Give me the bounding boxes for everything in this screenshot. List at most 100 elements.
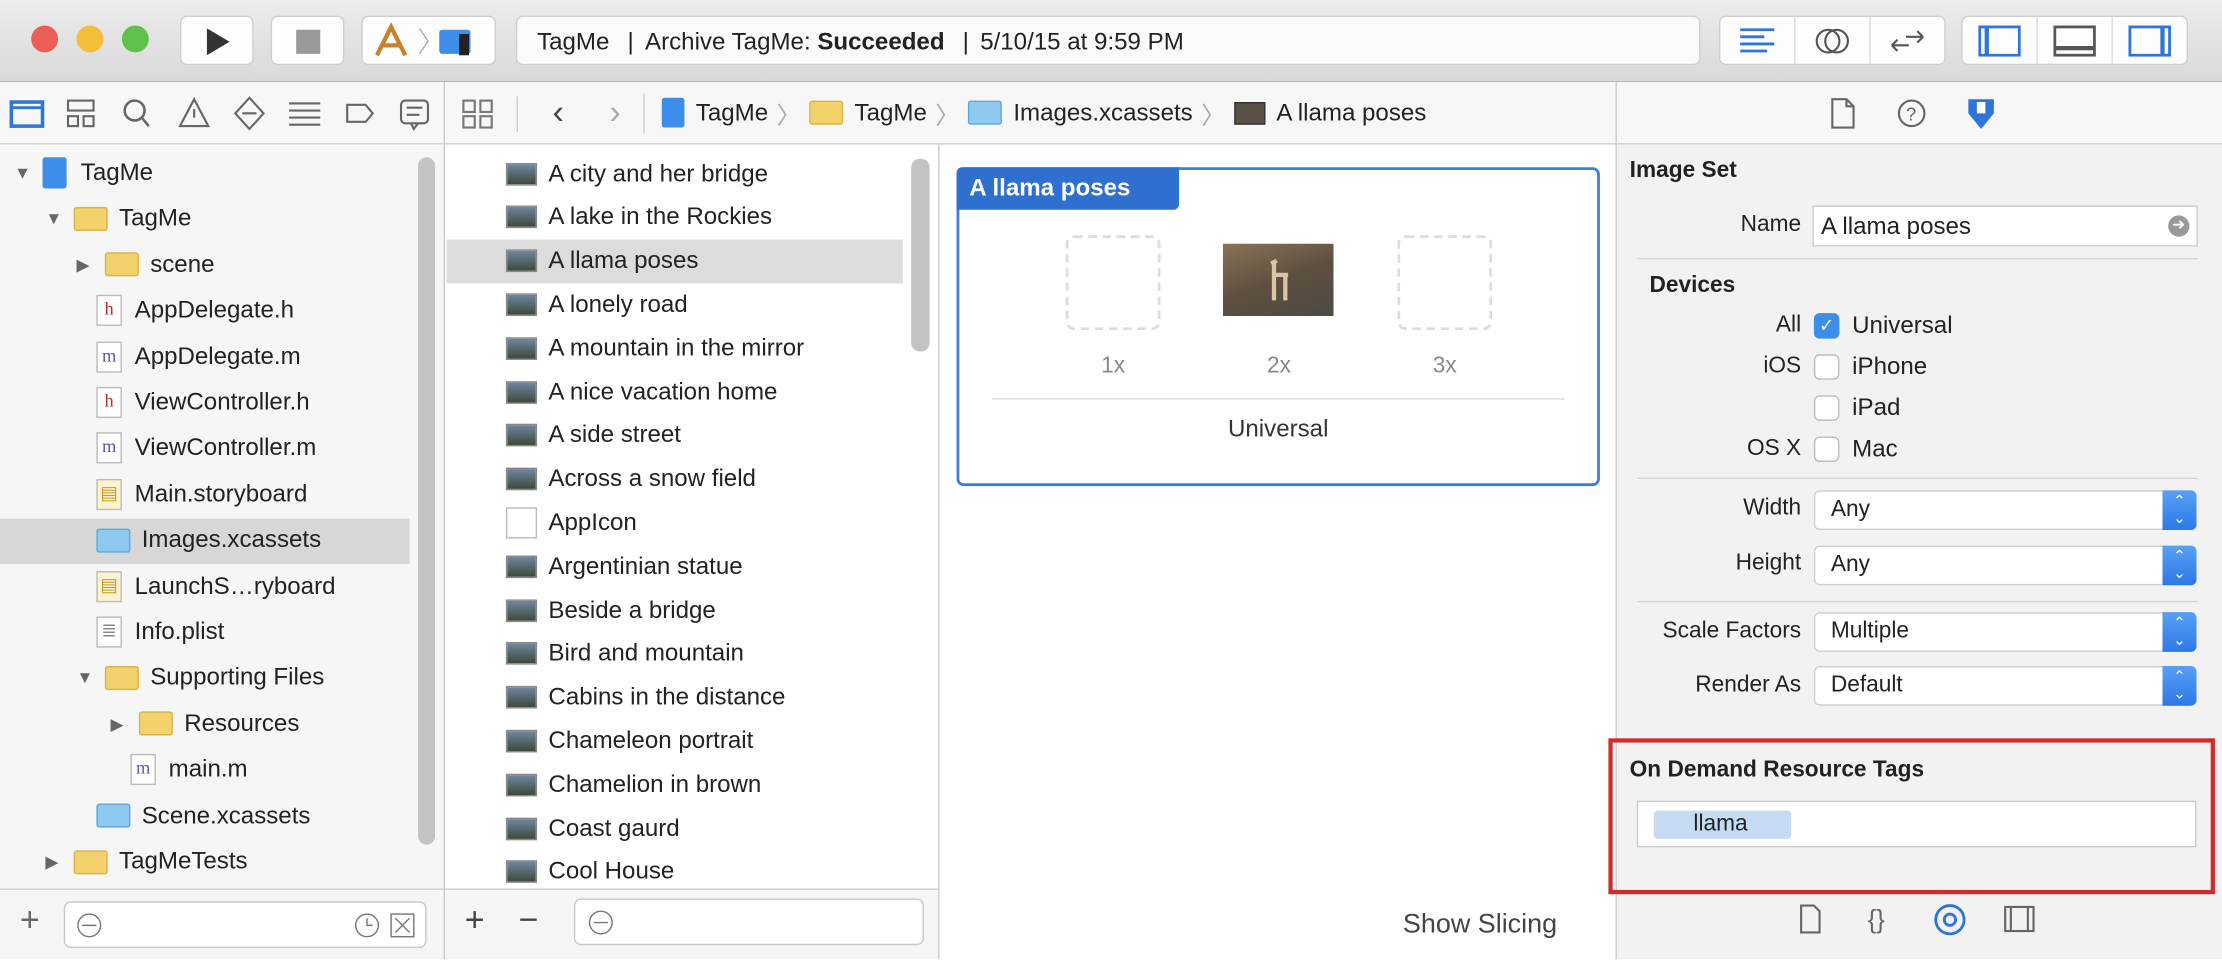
image-set-card[interactable]: A llama poses 1x 2x 3x Universal (956, 167, 1600, 487)
asset-list-item[interactable]: Coast gaurd (446, 806, 902, 850)
navigator-item[interactable]: ▶ scene (0, 242, 410, 287)
asset-filter-field[interactable] (573, 898, 924, 946)
device-checkbox[interactable] (1813, 436, 1840, 462)
navigator-filter-field[interactable] (63, 901, 427, 949)
asset-list-item[interactable]: A lonely road (446, 283, 902, 327)
report-icon[interactable] (399, 99, 430, 131)
asset-list-item[interactable]: Argentinian statue (446, 544, 902, 588)
slot-3x[interactable] (1397, 235, 1493, 331)
stop-button[interactable] (270, 15, 345, 66)
asset-list-item[interactable]: Across a snow field (446, 457, 902, 501)
asset-list-item[interactable]: A side street (446, 414, 902, 458)
run-button[interactable] (179, 15, 254, 66)
disclosure-open-icon[interactable]: ▼ (14, 163, 34, 183)
toggle-utilities-button[interactable] (2113, 17, 2187, 64)
asset-list-item[interactable]: A llama poses (446, 239, 902, 283)
asset-list-item[interactable]: A mountain in the mirror (446, 326, 902, 370)
close-button[interactable] (31, 25, 59, 53)
navigator-item[interactable]: h ViewController.h (0, 380, 410, 425)
device-checkbox[interactable]: ✓ (1813, 313, 1840, 339)
disclosure-closed-icon[interactable]: ▶ (77, 255, 97, 275)
asset-list-scrollbar[interactable] (911, 158, 930, 352)
navigator-item[interactable]: m AppDelegate.m (0, 334, 410, 379)
jump-item-catalog[interactable]: Images.xcassets (967, 98, 1193, 126)
go-arrow-icon[interactable]: ➜ (2168, 215, 2190, 237)
breakpoint-icon[interactable] (346, 103, 375, 123)
search-icon[interactable] (123, 99, 150, 127)
scale-factors-select[interactable]: Multiple ⌃ ⌄ (1813, 612, 2197, 652)
asset-list-item[interactable]: Cabins in the distance (446, 675, 902, 719)
editor-mode-control[interactable] (1718, 15, 1946, 66)
minimize-button[interactable] (76, 25, 104, 53)
debug-list-icon[interactable] (289, 102, 321, 126)
asset-list-item[interactable]: Chameleon portrait (446, 719, 902, 763)
navigator-item[interactable]: ▶ TagMeTests (0, 839, 410, 884)
toggle-debug-area-button[interactable] (2038, 17, 2113, 64)
forward-button[interactable]: › (587, 93, 644, 133)
remove-asset-button[interactable]: − (519, 901, 539, 941)
asset-list-item[interactable]: AppIcon (446, 501, 902, 545)
navigator-item[interactable]: ▤ LaunchS…ryboard (0, 563, 410, 608)
view-toggle-control[interactable] (1961, 15, 2189, 66)
test-diamond-icon[interactable] (233, 96, 266, 131)
navigator-item[interactable]: m main.m (0, 747, 410, 792)
asset-list-item[interactable]: A nice vacation home (446, 370, 902, 414)
file-template-icon[interactable] (1800, 904, 1821, 934)
back-button[interactable]: ‹ (530, 93, 587, 133)
disclosure-open-icon[interactable]: ▼ (77, 668, 97, 688)
asset-list-item[interactable]: Bird and mountain (446, 632, 902, 676)
assistant-editor-button[interactable] (1795, 17, 1871, 64)
toggle-navigator-button[interactable] (1963, 17, 2038, 64)
asset-list-item[interactable]: Beside a bridge (446, 588, 902, 632)
standard-editor-button[interactable] (1720, 17, 1796, 64)
add-asset-button[interactable]: + (465, 901, 485, 941)
asset-name: A city and her bridge (548, 159, 769, 187)
project-navigator-icon[interactable] (9, 100, 45, 128)
navigator-item[interactable]: ▶ Resources (0, 701, 410, 746)
file-inspector-icon[interactable] (1831, 98, 1855, 129)
navigator-item[interactable]: Scene.xcassets (0, 793, 410, 838)
media-library-icon[interactable] (2004, 905, 2035, 933)
navigator-item[interactable]: ≣ Info.plist (0, 609, 410, 654)
jump-item-project[interactable]: TagMe (661, 97, 768, 128)
device-checkbox[interactable] (1813, 354, 1840, 380)
navigator-scrollbar[interactable] (418, 157, 436, 845)
asset-list-item[interactable]: Cool House (446, 850, 902, 894)
warning-icon[interactable] (178, 96, 211, 128)
help-icon[interactable]: ? (1897, 99, 1926, 128)
llama-image-2x[interactable] (1222, 243, 1334, 317)
navigator-item[interactable]: ▼ Supporting Files (0, 655, 410, 700)
disclosure-open-icon[interactable]: ▼ (45, 209, 65, 229)
navigator-item[interactable]: h AppDelegate.h (0, 288, 410, 333)
navigator-item[interactable]: Images.xcassets (0, 518, 410, 563)
symbol-navigator-icon[interactable] (66, 99, 95, 128)
attributes-inspector-icon[interactable] (1968, 99, 1994, 129)
navigator-item[interactable]: ▤ Main.storyboard (0, 472, 410, 517)
version-editor-button[interactable] (1871, 17, 1945, 64)
navigator-item[interactable]: m ViewController.m (0, 426, 410, 471)
asset-list-item[interactable]: Chamelion in brown (446, 763, 902, 807)
navigator-item[interactable]: ▼ TagMe (0, 196, 410, 241)
width-select[interactable]: Any ⌃ ⌄ (1813, 490, 2197, 530)
slot-1x[interactable] (1065, 235, 1161, 331)
disclosure-closed-icon[interactable]: ▶ (111, 714, 131, 734)
show-slicing-button[interactable]: Show Slicing (1403, 910, 1557, 941)
zoom-button[interactable] (121, 25, 149, 53)
jump-item-imageset[interactable]: A llama poses (1233, 98, 1426, 126)
height-select[interactable]: Any ⌃ ⌄ (1813, 545, 2197, 586)
related-items-icon[interactable] (445, 91, 530, 134)
code-snippet-icon[interactable]: {} (1868, 906, 1886, 934)
add-button[interactable]: + (20, 901, 40, 941)
navigator-item[interactable]: ▼ TagMe (0, 150, 410, 195)
object-library-icon[interactable] (1934, 904, 1966, 936)
tags-field[interactable]: llama (1636, 800, 2197, 848)
device-checkbox[interactable] (1813, 395, 1840, 421)
scheme-selector[interactable] (361, 15, 496, 66)
name-field[interactable]: A llama poses ➜ (1812, 205, 2198, 247)
jump-item-group[interactable]: TagMe (809, 98, 927, 126)
disclosure-closed-icon[interactable]: ▶ (45, 852, 65, 872)
render-as-select[interactable]: Default ⌃ ⌄ (1813, 666, 2197, 706)
asset-list-item[interactable]: A city and her bridge (446, 152, 902, 196)
tag-token[interactable]: llama (1653, 810, 1792, 839)
asset-list-item[interactable]: A lake in the Rockies (446, 195, 902, 239)
